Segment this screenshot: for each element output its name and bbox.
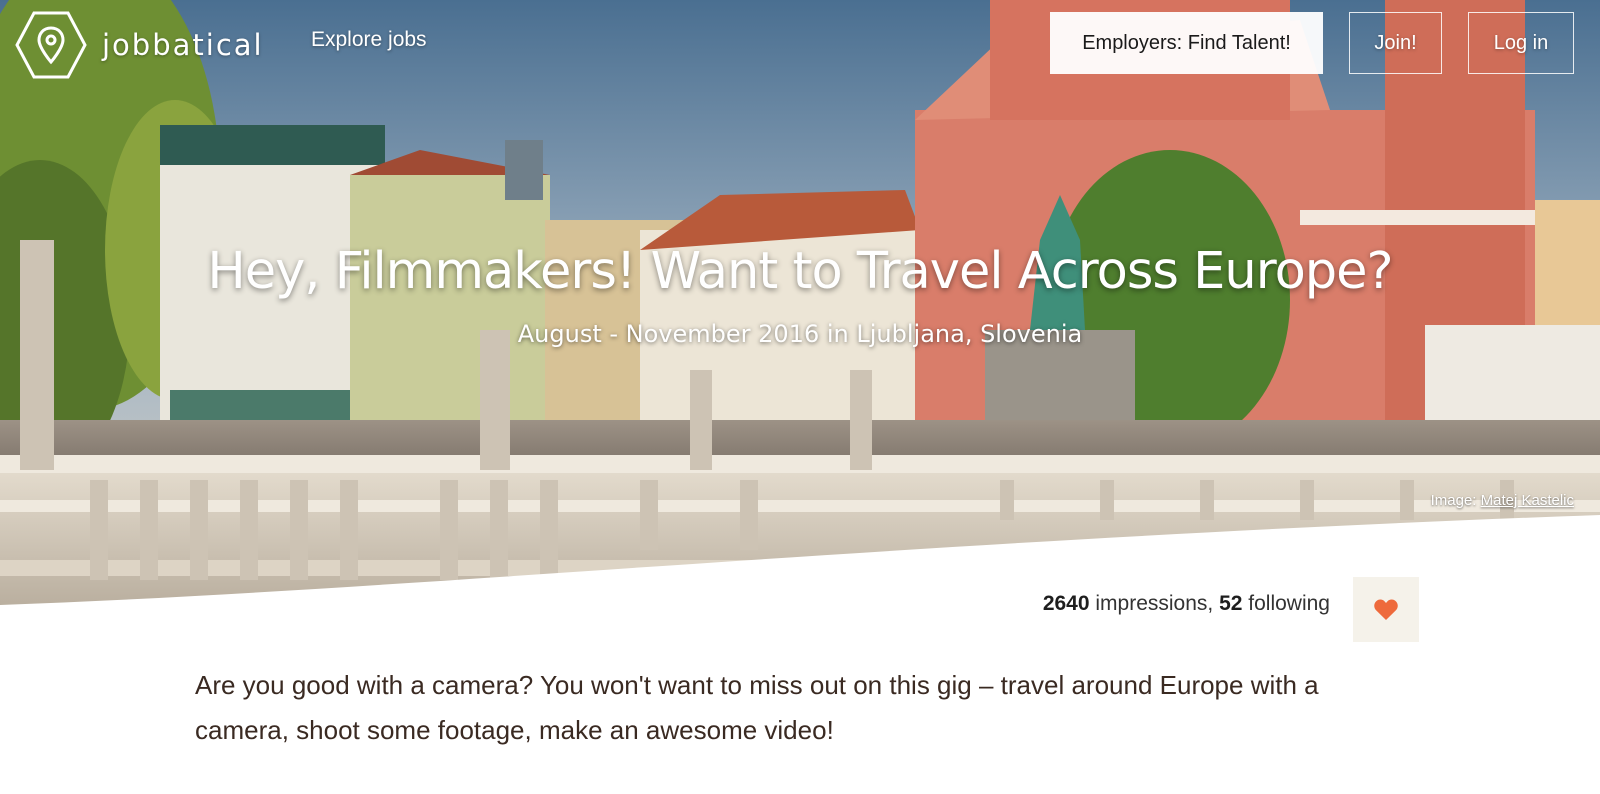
map-pin-hexagon-icon (15, 11, 87, 79)
jobbatical-logo[interactable]: jobbatical (14, 10, 264, 80)
image-credit: Image: Matej Kastelic (1431, 492, 1574, 509)
page-title: Hey, Filmmakers! Want to Travel Across E… (207, 242, 1393, 301)
employers-find-talent-button[interactable]: Employers: Find Talent! (1050, 12, 1323, 74)
impressions-count: 2640 (1042, 592, 1090, 615)
heart-icon (1374, 599, 1398, 620)
following-count: 52 (1219, 592, 1243, 615)
login-button[interactable]: Log in (1468, 12, 1574, 74)
following-label: following (1242, 592, 1330, 615)
top-navigation: jobbatical Explore jobs Employers: Find … (0, 0, 1600, 86)
follow-button[interactable] (1353, 577, 1419, 642)
image-credit-author-link[interactable]: Matej Kastelic (1481, 492, 1574, 509)
hero-section: jobbatical Explore jobs Employers: Find … (0, 0, 1600, 615)
impressions-label: impressions, (1089, 592, 1220, 615)
job-dates-location: August - November 2016 in Ljubljana, Slo… (517, 320, 1083, 348)
explore-jobs-link[interactable]: Explore jobs (311, 28, 427, 52)
job-description: Are you good with a camera? You won't wa… (195, 670, 1319, 745)
join-button[interactable]: Join! (1349, 12, 1442, 74)
brand-name: jobbatical (102, 28, 264, 62)
image-credit-prefix: Image: (1430, 492, 1481, 509)
job-stats: 2640 impressions, 52 following (1043, 592, 1330, 616)
